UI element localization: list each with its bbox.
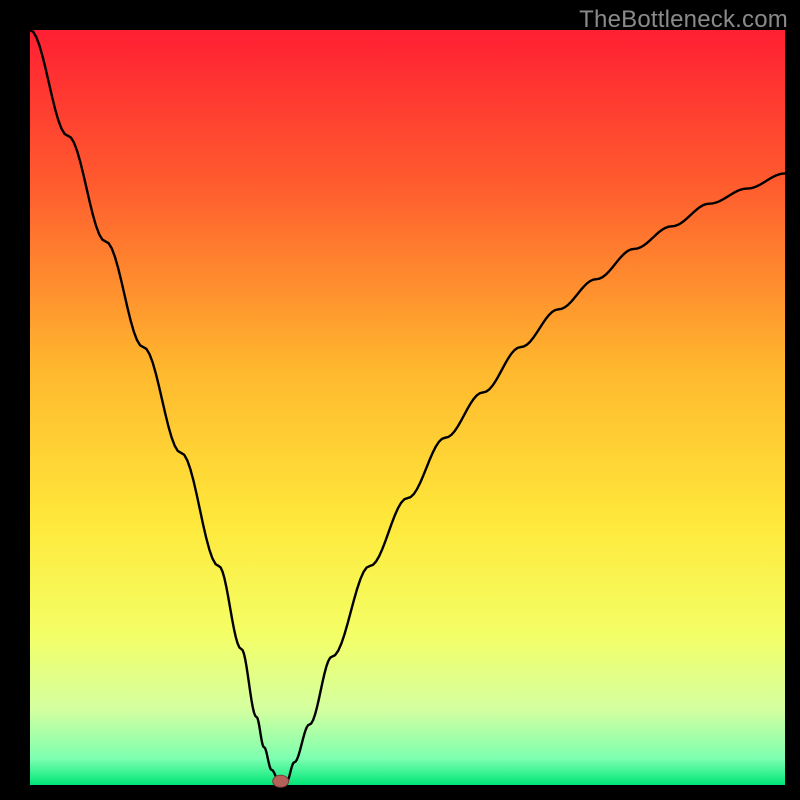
chart-frame: TheBottleneck.com [0,0,800,800]
bottleneck-chart [0,0,800,800]
plot-area [30,30,785,785]
optimal-marker [273,775,289,787]
watermark-text: TheBottleneck.com [579,6,788,34]
